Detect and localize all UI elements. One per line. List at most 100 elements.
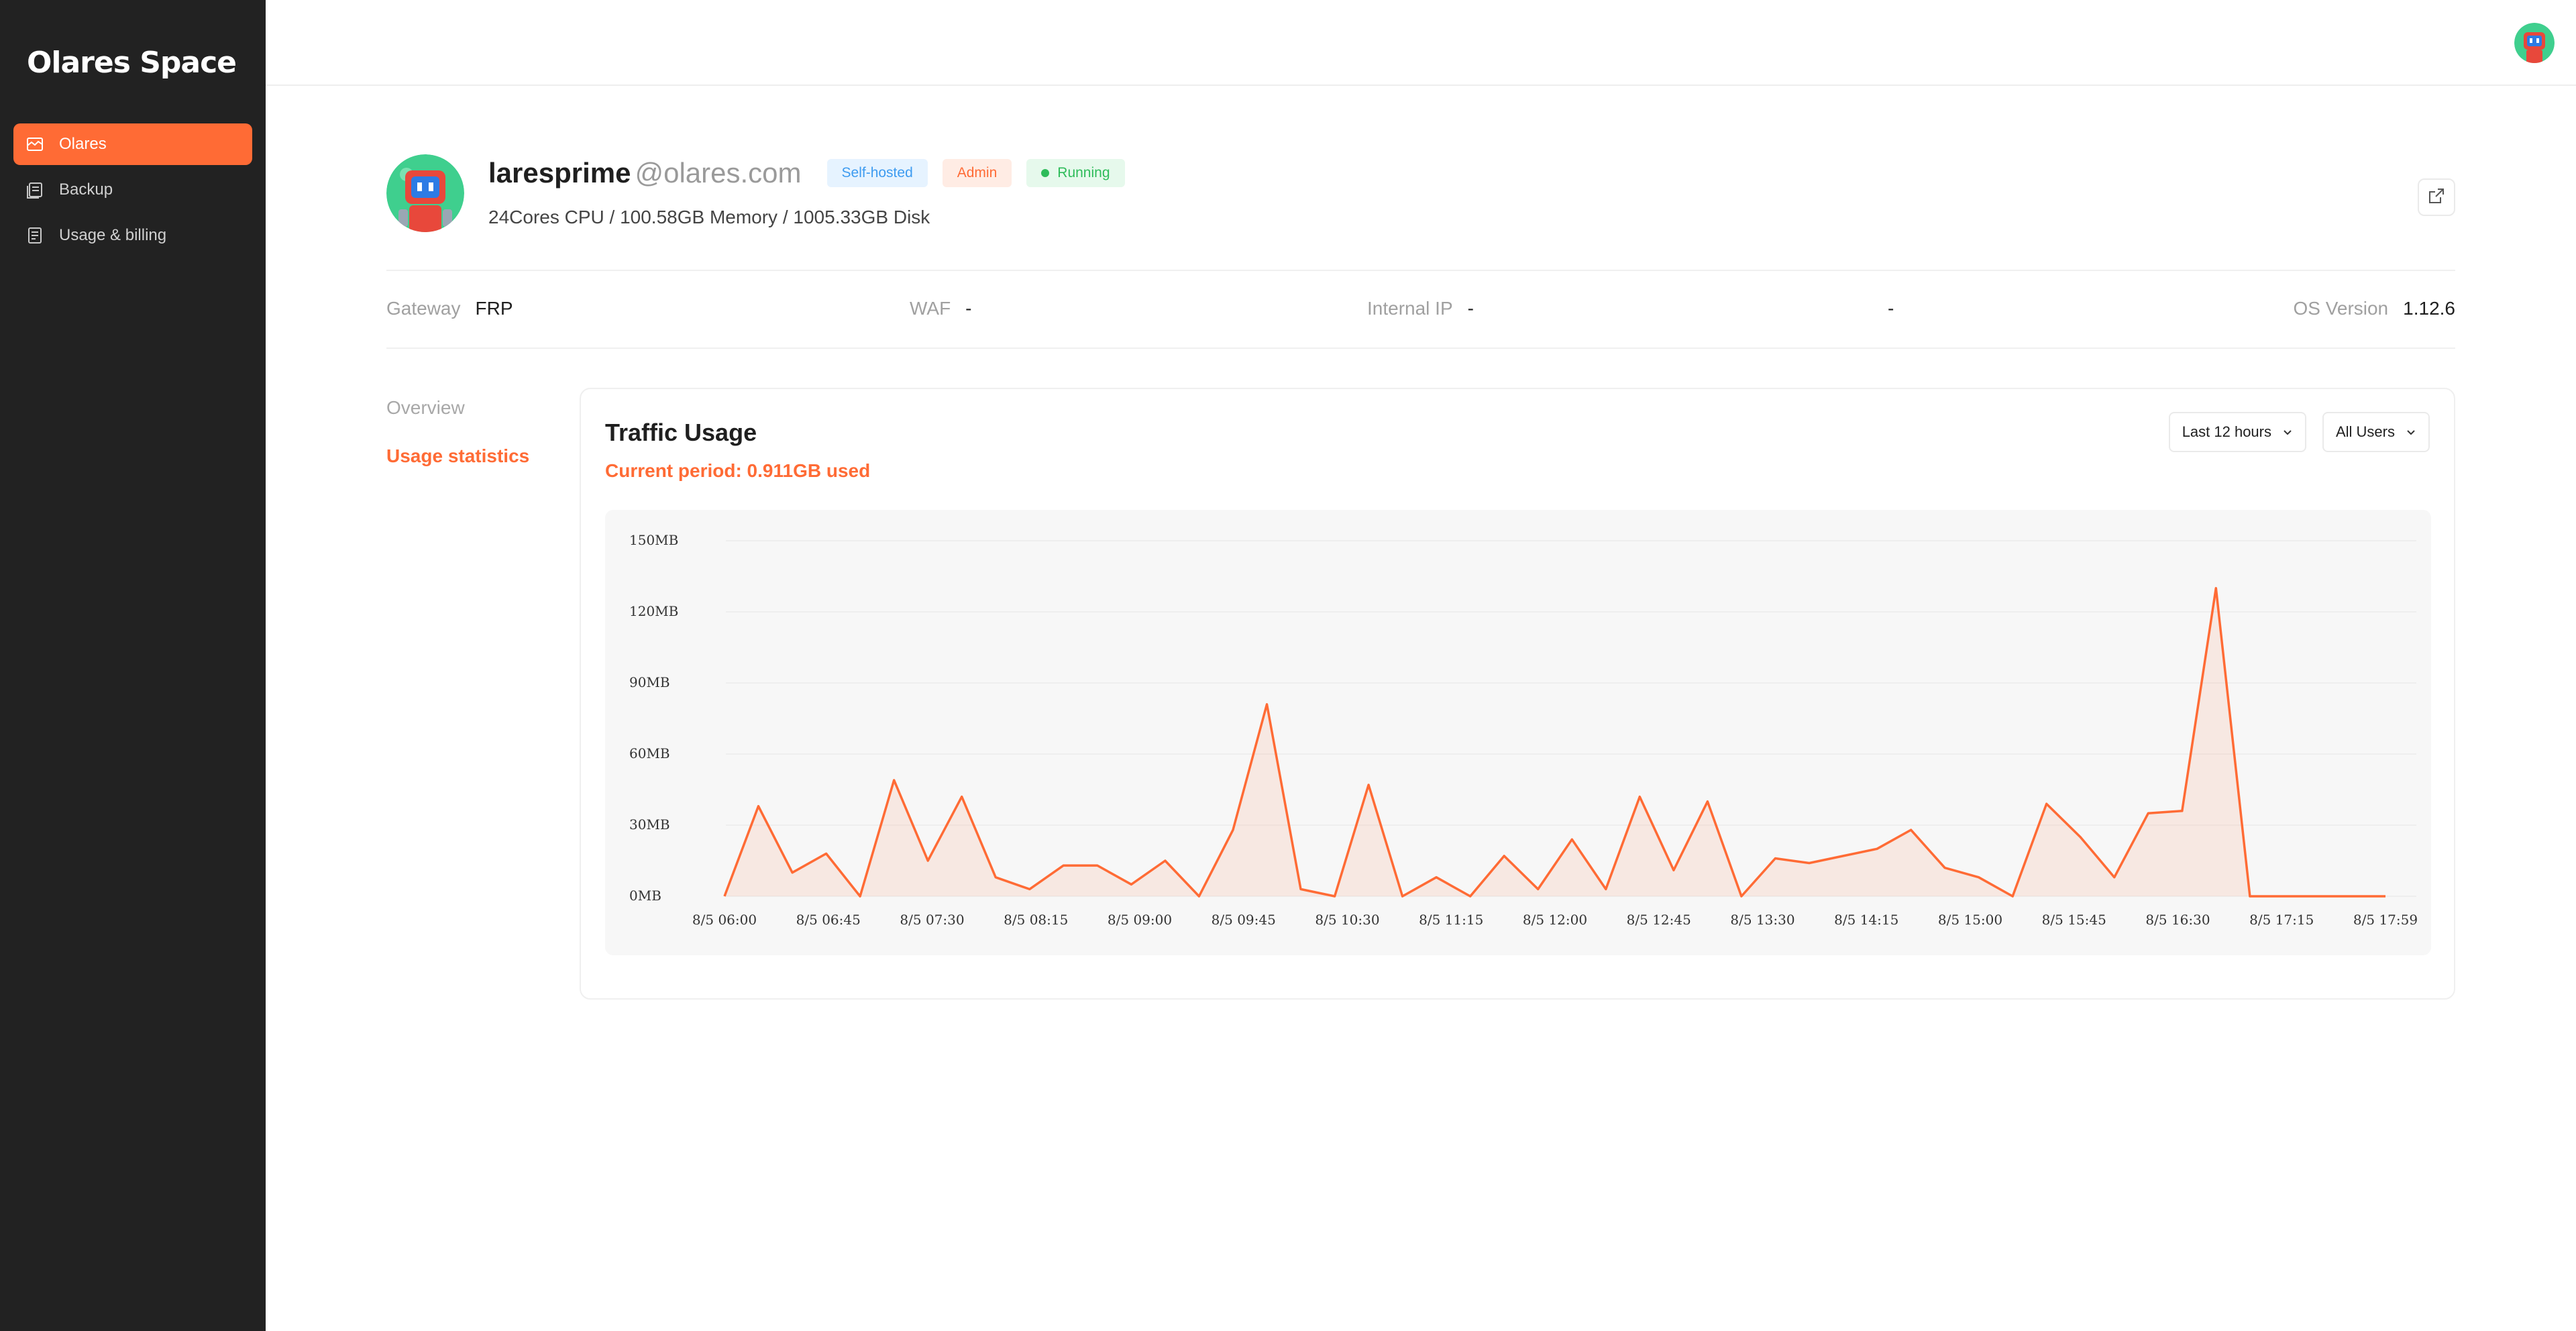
- data-point: [2316, 894, 2320, 898]
- data-point: [2383, 894, 2387, 898]
- y-tick-label: 60MB: [629, 745, 670, 761]
- data-point: [1773, 856, 1777, 860]
- current-period-usage: Current period: 0.911GB used: [605, 460, 871, 481]
- running-status-badge: Running: [1026, 159, 1125, 187]
- data-point: [1604, 887, 1608, 891]
- traffic-area-fill: [724, 588, 2385, 896]
- os-version-info: OS Version 1.12.6: [2294, 298, 2456, 319]
- x-tick-label: 8/5 12:00: [1523, 912, 1587, 928]
- y-tick-label: 30MB: [629, 816, 670, 833]
- sidebar-item-label: Olares: [59, 135, 107, 153]
- sidebar-item-usage-billing[interactable]: Usage & billing: [13, 215, 252, 256]
- sidebar-nav: Olares Backup Usage & billing: [13, 123, 252, 260]
- data-point: [790, 871, 794, 875]
- extra-value: -: [1888, 298, 1894, 319]
- data-point: [1807, 861, 1811, 865]
- admin-badge: Admin: [942, 159, 1012, 187]
- external-link-icon: [2427, 187, 2446, 209]
- y-tick-label: 0MB: [629, 888, 661, 904]
- x-tick-label: 8/5 08:15: [1004, 912, 1068, 928]
- data-point: [2248, 894, 2252, 898]
- tab-overview[interactable]: Overview: [386, 397, 529, 419]
- sidebar-item-olares[interactable]: Olares: [13, 123, 252, 165]
- data-point: [2146, 811, 2150, 815]
- brand-logo: Olares Space: [27, 46, 237, 80]
- data-point: [757, 804, 761, 808]
- waf-value: -: [965, 298, 972, 319]
- x-tick-label: 8/5 10:30: [1315, 912, 1379, 928]
- data-point: [2078, 835, 2082, 839]
- users-select[interactable]: All Users: [2322, 412, 2430, 452]
- x-tick-label: 8/5 15:00: [1938, 912, 2002, 928]
- os-version-value: 1.12.6: [2403, 298, 2455, 319]
- data-point: [2010, 894, 2015, 898]
- x-tick-label: 8/5 09:00: [1108, 912, 1172, 928]
- extra-info: -: [1888, 298, 1894, 319]
- data-point: [2282, 894, 2286, 898]
- data-point: [1028, 887, 1032, 891]
- data-point: [1095, 863, 1099, 867]
- gateway-label: Gateway: [386, 298, 461, 319]
- data-point: [1977, 875, 1981, 880]
- time-range-select[interactable]: Last 12 hours: [2168, 412, 2306, 452]
- x-tick-label: 8/5 16:30: [2145, 912, 2210, 928]
- x-tick-label: 8/5 14:15: [1834, 912, 1898, 928]
- data-point: [926, 859, 930, 863]
- sidebar-item-label: Backup: [59, 180, 113, 199]
- data-point: [2180, 809, 2184, 813]
- data-point: [1536, 887, 1540, 891]
- data-point: [1366, 783, 1371, 787]
- sidebar-item-backup[interactable]: Backup: [13, 169, 252, 211]
- profile-avatar: [386, 154, 464, 232]
- users-select-value: All Users: [2335, 423, 2395, 440]
- x-tick-label: 8/5 17:15: [2249, 912, 2314, 928]
- traffic-usage-card: Traffic Usage Current period: 0.911GB us…: [580, 388, 2455, 1000]
- data-point: [1299, 887, 1303, 891]
- data-point: [1468, 894, 1472, 898]
- data-point: [1231, 828, 1235, 832]
- internal-ip-label: Internal IP: [1367, 298, 1453, 319]
- data-point: [1265, 702, 1269, 706]
- self-hosted-badge: Self-hosted: [826, 159, 928, 187]
- y-tick-label: 90MB: [629, 674, 670, 690]
- user-domain: @olares.com: [635, 157, 802, 189]
- hardware-specs: 24Cores CPU / 100.58GB Memory / 1005.33G…: [488, 207, 930, 227]
- x-tick-label: 8/5 09:45: [1212, 912, 1276, 928]
- data-point: [960, 795, 964, 799]
- billing-icon: [25, 226, 44, 245]
- data-point: [1163, 859, 1167, 863]
- data-point: [1739, 894, 1743, 898]
- data-point: [1197, 894, 1201, 898]
- data-point: [1129, 882, 1133, 886]
- data-point: [722, 894, 727, 898]
- waf-info: WAF -: [910, 298, 972, 319]
- x-tick-label: 8/5 06:00: [692, 912, 757, 928]
- data-point: [994, 875, 998, 880]
- data-point: [1705, 800, 1709, 804]
- data-point: [2214, 586, 2218, 590]
- open-external-button[interactable]: [2418, 178, 2455, 216]
- info-row: Gateway FRP WAF - Internal IP - - OS Ver…: [386, 270, 2455, 349]
- topbar: [266, 0, 2576, 86]
- x-tick-label: 8/5 12:45: [1627, 912, 1691, 928]
- x-tick-label: 8/5 17:59: [2353, 912, 2418, 928]
- data-point: [1333, 894, 1337, 898]
- traffic-chart: 0MB 30MB 60MB 90MB 120MB 150MB 8/5 06:00 8/5 06…: [605, 510, 2431, 955]
- x-tick-label: 8/5 07:30: [900, 912, 964, 928]
- data-point: [1638, 795, 1642, 799]
- data-point: [1061, 863, 1065, 867]
- internal-ip-info: Internal IP -: [1367, 298, 1474, 319]
- y-tick-label: 150MB: [629, 532, 678, 548]
- backup-icon: [25, 180, 44, 199]
- data-point: [2112, 875, 2116, 880]
- traffic-chart-svg: 0MB 30MB 60MB 90MB 120MB 150MB 8/5 06:00 8/5 06…: [629, 532, 2418, 928]
- data-point: [1841, 854, 1845, 858]
- user-avatar[interactable]: [2514, 23, 2555, 63]
- card-title: Traffic Usage: [605, 419, 757, 446]
- data-point: [1943, 866, 1947, 870]
- internal-ip-value: -: [1467, 298, 1474, 319]
- chevron-down-icon: [2284, 430, 2292, 435]
- username: laresprime: [488, 157, 631, 189]
- data-point: [858, 894, 862, 898]
- tab-usage-statistics[interactable]: Usage statistics: [386, 445, 529, 467]
